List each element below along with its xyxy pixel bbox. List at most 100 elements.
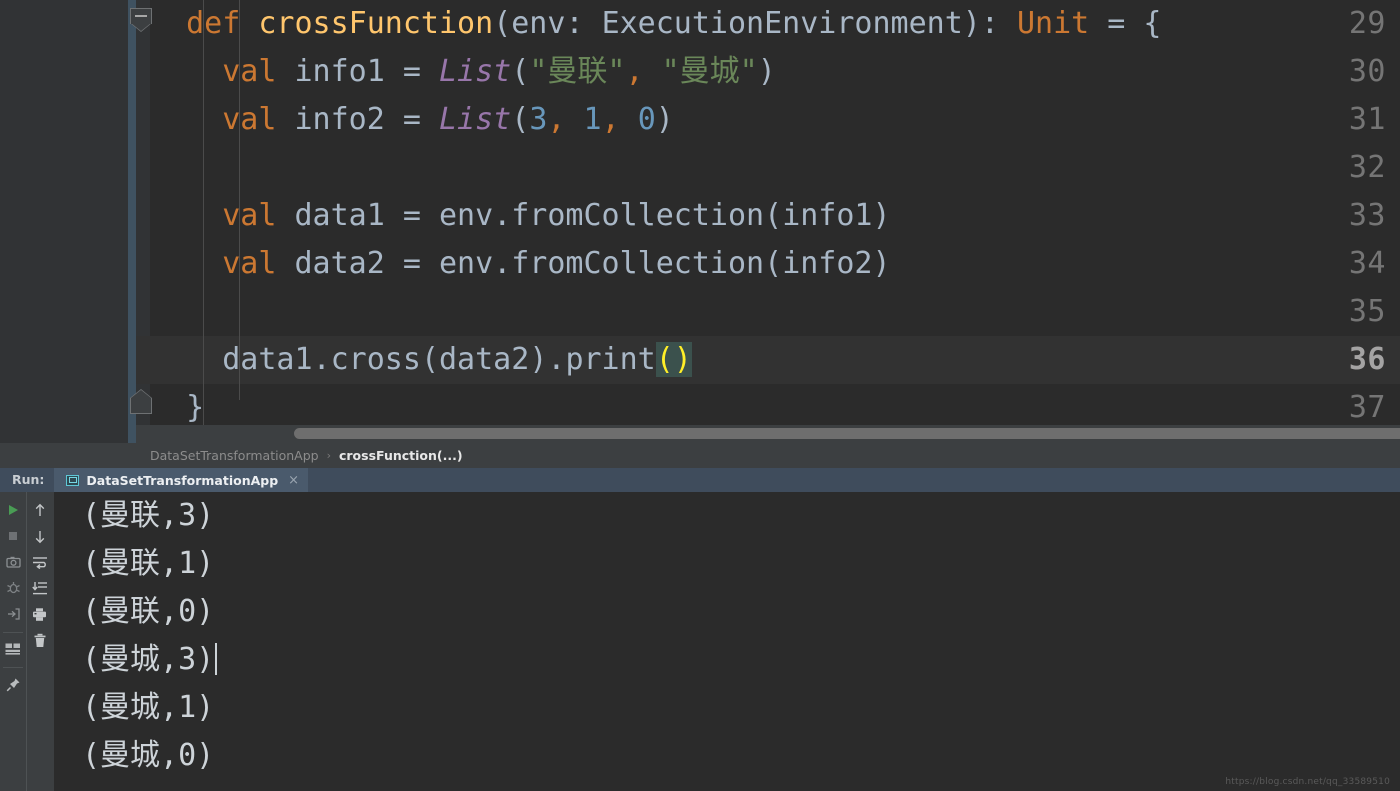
code-token: = {: [1089, 6, 1162, 41]
run-toolbar-left-column: [0, 492, 26, 791]
clear-all-button[interactable]: [28, 628, 52, 652]
run-tab-active[interactable]: DataSetTransformationApp ×: [54, 468, 309, 492]
code-line[interactable]: val data1 = env.fromCollection(info1): [150, 192, 1400, 240]
editor-horizontal-scrollbar-thumb[interactable]: [294, 428, 1400, 439]
code-token: crossFunction: [258, 6, 494, 41]
code-token: "曼城": [661, 54, 758, 89]
code-token: (: [764, 198, 783, 233]
code-token: data2: [439, 342, 530, 377]
code-token: =: [384, 198, 439, 233]
code-token: .: [312, 342, 331, 377]
soft-wrap-button[interactable]: [28, 550, 52, 574]
code-token: =: [384, 246, 439, 281]
code-token: (: [420, 342, 439, 377]
debug-button[interactable]: [1, 576, 25, 600]
code-line[interactable]: [150, 288, 1400, 336]
console-output-line: (曼城,3): [54, 636, 1400, 684]
breadcrumb-item-method[interactable]: crossFunction(...): [339, 448, 463, 463]
code-line[interactable]: val info2 = List(3, 1, 0): [150, 96, 1400, 144]
code-token: env: [439, 246, 494, 281]
code-token: :: [565, 6, 602, 41]
code-token: (: [764, 246, 783, 281]
run-tab-bar: Run: DataSetTransformationApp ×: [0, 468, 1400, 492]
breadcrumb-item-class[interactable]: DataSetTransformationApp: [150, 448, 319, 463]
console-output-text: (曼联,3): [82, 498, 215, 533]
code-token: ): [872, 246, 891, 281]
code-line[interactable]: val data2 = env.fromCollection(info2): [150, 240, 1400, 288]
console-button[interactable]: [1, 637, 25, 661]
code-token: ): [962, 6, 981, 41]
code-token: (: [511, 102, 530, 137]
code-token: (: [511, 54, 530, 89]
code-text-area[interactable]: def crossFunction(env: ExecutionEnvironm…: [150, 0, 1400, 443]
console-output-line: (曼联,3): [54, 492, 1400, 540]
run-tool-window: Run: DataSetTransformationApp × (曼联,3) (…: [0, 468, 1400, 791]
code-token: .: [547, 342, 566, 377]
run-tab-title: DataSetTransformationApp: [86, 472, 279, 488]
code-token: ,: [601, 102, 620, 137]
stop-button[interactable]: [1, 524, 25, 548]
text-caret: [215, 643, 218, 675]
code-token: 0: [637, 102, 656, 137]
code-token: List: [439, 102, 512, 137]
code-line[interactable]: [150, 144, 1400, 192]
export-button[interactable]: [1, 602, 25, 626]
rerun-button[interactable]: [1, 498, 25, 522]
down-arrow-button[interactable]: [28, 524, 52, 548]
code-token: ): [757, 54, 776, 89]
code-token: info2: [782, 246, 873, 281]
up-arrow-button[interactable]: [28, 498, 52, 522]
code-token: List: [439, 54, 512, 89]
run-toolbar: [0, 492, 52, 791]
code-line[interactable]: val info1 = List("曼联", "曼城"): [150, 48, 1400, 96]
code-token: val: [222, 198, 295, 233]
code-token: .: [493, 246, 512, 281]
print-button[interactable]: [28, 602, 52, 626]
code-token: (: [493, 6, 512, 41]
code-token: ): [872, 198, 891, 233]
code-token: cross: [330, 342, 421, 377]
code-token: ): [655, 102, 674, 137]
editor-horizontal-scrollbar-track[interactable]: [136, 425, 1400, 443]
code-token: val: [222, 102, 295, 137]
code-token: ): [529, 342, 548, 377]
console-output-line: (曼联,0): [54, 588, 1400, 636]
fold-collapse-icon[interactable]: [130, 8, 152, 32]
breadcrumb[interactable]: DataSetTransformationApp › crossFunction…: [150, 443, 463, 468]
run-window-label: Run:: [12, 472, 45, 487]
code-token: info1: [294, 54, 385, 89]
editor-gutter[interactable]: [0, 0, 122, 443]
code-token: 1: [583, 102, 602, 137]
code-token: 3: [529, 102, 548, 137]
code-token: def: [186, 6, 259, 41]
code-token: .: [493, 198, 512, 233]
scroll-to-end-button[interactable]: [28, 576, 52, 600]
breadcrumb-separator-icon: ›: [326, 449, 331, 462]
camera-button[interactable]: [1, 550, 25, 574]
code-line[interactable]: data1.cross(data2).print(): [150, 336, 1400, 384]
pin-button[interactable]: [1, 672, 25, 696]
code-token: fromCollection: [511, 198, 765, 233]
console-output[interactable]: (曼联,3) (曼联,1) (曼联,0) (曼城,3) (曼城,1) (曼城,0) htt…: [54, 492, 1400, 791]
console-output-line: (曼城,0): [54, 732, 1400, 780]
code-token: =: [384, 54, 439, 89]
code-token: :: [980, 6, 1017, 41]
code-token: val: [222, 54, 295, 89]
code-token: ExecutionEnvironment: [601, 6, 963, 41]
console-output-text: (曼联,1): [82, 546, 215, 581]
breadcrumb-bar: DataSetTransformationApp › crossFunction…: [0, 443, 1400, 468]
fold-end-icon[interactable]: [130, 389, 152, 422]
code-line[interactable]: def crossFunction(env: ExecutionEnvironm…: [150, 0, 1400, 48]
code-token: info2: [294, 102, 385, 137]
code-token: "曼联": [529, 54, 626, 89]
code-editor-pane[interactable]: 29 30 31 32 33 34 35 36 37 def crossFunction(env…: [0, 0, 1400, 443]
code-token: info1: [782, 198, 873, 233]
close-icon[interactable]: ×: [288, 473, 299, 488]
code-token: print: [565, 342, 656, 377]
code-token: data1: [222, 342, 313, 377]
